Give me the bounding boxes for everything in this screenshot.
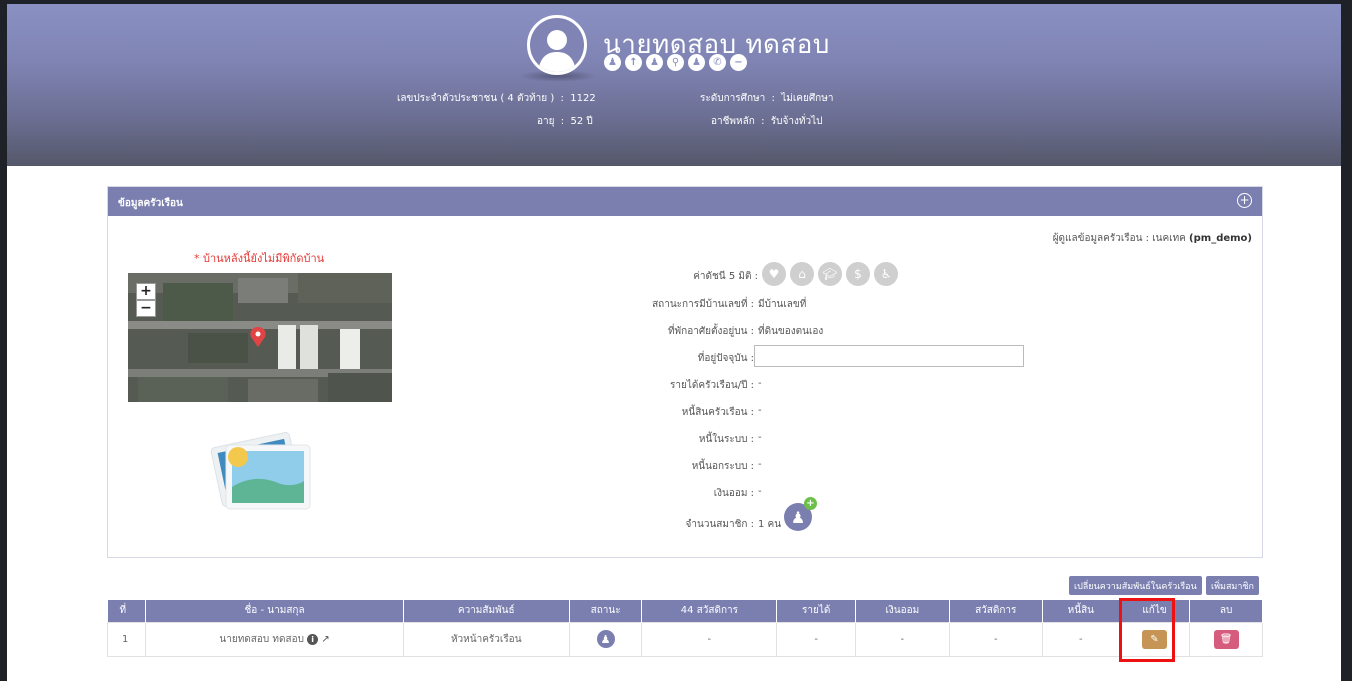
education-row: ระดับการศึกษา: ไม่เคยศึกษา: [700, 93, 834, 104]
avatar: [527, 15, 587, 75]
table-row: 1 นายทดสอบ ทดสอบ i ↗ หัวหน้าครัวเรือน ♟ …: [106, 621, 1263, 657]
col-welfare44: 44 สวัสดิการ: [641, 600, 778, 622]
no-coordinates-warning: * บ้านหลังนี้ยังไม่มีพิกัดบ้าน: [194, 252, 325, 265]
col-status: สถานะ: [569, 600, 643, 622]
row-relation: หัวหน้าครัวเรือน: [402, 621, 570, 657]
formal-debt-label: หนี้ในระบบ :: [698, 434, 754, 445]
health-icon[interactable]: ♥: [762, 262, 786, 286]
age-label: อายุ: [537, 116, 555, 127]
house-map[interactable]: + −: [128, 273, 392, 402]
col-debt: หนี้สิน: [1042, 600, 1120, 622]
person-icon: ♟: [688, 54, 705, 71]
household-panel-title: ข้อมูลครัวเรือน: [118, 198, 183, 209]
person-icon: ♟: [604, 54, 621, 71]
row-savings: -: [855, 621, 950, 657]
members-label: จำนวนสมาชิก :: [685, 519, 754, 530]
occupation-label: อาชีพหลัก: [711, 116, 755, 127]
col-no: ที่: [107, 600, 147, 622]
col-savings: เงินออม: [855, 600, 950, 622]
row-debt: -: [1041, 621, 1120, 657]
status-icons: ♟ ↑ ♟ ⚲ ♟ ✆ −: [604, 54, 747, 71]
row-welfare: -: [948, 621, 1043, 657]
add-member-button[interactable]: เพิ่มสมาชิก: [1206, 576, 1259, 595]
col-income: รายได้: [776, 600, 857, 622]
home-icon[interactable]: ⌂: [790, 262, 814, 286]
education-value: ไม่เคยศึกษา: [781, 93, 834, 104]
info-icon[interactable]: i: [307, 633, 319, 645]
map-zoom-out-button[interactable]: −: [136, 300, 156, 317]
delete-button[interactable]: 🗑︎: [1213, 629, 1239, 649]
table-header-row: ที่ ชื่อ - นามสกุล ความสัมพันธ์ สถานะ 44…: [107, 600, 1263, 622]
house-photo-placeholder-icon[interactable]: [208, 425, 318, 515]
id-number-value: 1122: [570, 93, 596, 104]
profile-header: นายทดสอบ ทดสอบ ♟ ↑ ♟ ⚲ ♟ ✆ − เลขประจำตัว…: [7, 4, 1341, 166]
residence-value: ที่ดินของตนเอง: [758, 326, 824, 337]
savings-value: -: [758, 486, 762, 497]
person-status-icon: ♟: [596, 630, 615, 648]
household-panel-header: ข้อมูลครัวเรือน +: [108, 187, 1262, 216]
id-number-row: เลขประจำตัวประชาชน ( 4 ตัวท้าย ):1122: [397, 93, 596, 104]
caretaker-label: ผู้ดูแลข้อมูลครัวเรือน : เนคเทค: [1052, 233, 1186, 244]
current-address-input[interactable]: [754, 345, 1024, 367]
house-number-label: สถานะการมีบ้านเลขที่ :: [652, 299, 754, 310]
caretaker-user: (pm_demo): [1189, 233, 1252, 244]
debt-value: -: [758, 405, 762, 416]
savings-label: เงินออม :: [713, 488, 754, 499]
person-walk-icon: ♟: [646, 54, 663, 71]
caretaker-info: ผู้ดูแลข้อมูลครัวเรือน : เนคเทค (pm_demo…: [1053, 231, 1252, 246]
residence-label: ที่พักอาศัยตั้งอยู่บน :: [667, 326, 754, 337]
map-zoom-in-button[interactable]: +: [136, 283, 156, 300]
age-value: 52 ปี: [570, 116, 593, 127]
row-name-cell: นายทดสอบ ทดสอบ i ↗: [145, 621, 404, 657]
row-income: -: [776, 621, 857, 657]
occupation-row: อาชีพหลัก: รับจ้างทั่วไป: [711, 116, 823, 127]
income-value: -: [758, 378, 762, 389]
education-label: ระดับการศึกษา: [700, 93, 766, 104]
members-value: 1 คน: [758, 519, 782, 530]
col-name: ชื่อ - นามสกุล: [145, 600, 404, 622]
five-dimension-icons: ♥ ⌂ 🎓︎ $ ♿︎: [762, 262, 898, 286]
id-number-label: เลขประจำตัวประชาชน ( 4 ตัวท้าย ): [397, 93, 555, 104]
row-no: 1: [106, 621, 147, 657]
person-up-icon: ↑: [625, 54, 642, 71]
informal-debt-value: -: [758, 459, 762, 470]
row-delete-cell: 🗑︎: [1189, 621, 1263, 657]
col-welfare: สวัสดิการ: [949, 600, 1043, 622]
external-link-icon[interactable]: ↗: [321, 634, 329, 645]
access-icon[interactable]: ♿︎: [874, 262, 898, 286]
page: นายทดสอบ ทดสอบ ♟ ↑ ♟ ⚲ ♟ ✆ − เลขประจำตัว…: [7, 4, 1341, 681]
occupation-value: รับจ้างทั่วไป: [770, 116, 823, 127]
row-name-link[interactable]: นายทดสอบ ทดสอบ: [219, 634, 304, 645]
col-edit: แก้ไข: [1119, 600, 1191, 622]
money-icon[interactable]: $: [846, 262, 870, 286]
phone-icon: ✆: [709, 54, 726, 71]
members-table: ที่ ชื่อ - นามสกุล ความสัมพันธ์ สถานะ 44…: [106, 600, 1263, 657]
expand-plus-icon[interactable]: +: [1237, 193, 1252, 208]
household-panel: ข้อมูลครัวเรือน + ผู้ดูแลข้อมูลครัวเรือน…: [107, 186, 1263, 558]
age-row: อายุ:52 ปี: [537, 116, 593, 127]
index-label: ค่าดัชนี 5 มิติ :: [693, 271, 758, 282]
income-label: รายได้ครัวเรือน/ปี :: [670, 380, 754, 391]
informal-debt-label: หนี้นอกระบบ :: [691, 461, 754, 472]
address-label: ที่อยู่ปัจจุบัน :: [697, 353, 754, 364]
person-stand-icon: ⚲: [667, 54, 684, 71]
row-welfare44: -: [641, 621, 778, 657]
minus-icon: −: [730, 54, 747, 71]
add-member-plus-icon[interactable]: +: [804, 497, 817, 510]
debt-label: หนี้สินครัวเรือน :: [681, 407, 754, 418]
row-status-cell: ♟: [568, 621, 643, 657]
row-edit-cell: ✎: [1118, 621, 1191, 657]
col-delete: ลบ: [1189, 600, 1263, 622]
formal-debt-value: -: [758, 432, 762, 443]
house-number-value: มีบ้านเลขที่: [758, 299, 807, 310]
education-icon[interactable]: 🎓︎: [818, 262, 842, 286]
col-relation: ความสัมพันธ์: [403, 600, 570, 622]
change-relation-button[interactable]: เปลี่ยนความสัมพันธ์ในครัวเรือน: [1069, 576, 1202, 595]
edit-button[interactable]: ✎: [1142, 629, 1167, 649]
